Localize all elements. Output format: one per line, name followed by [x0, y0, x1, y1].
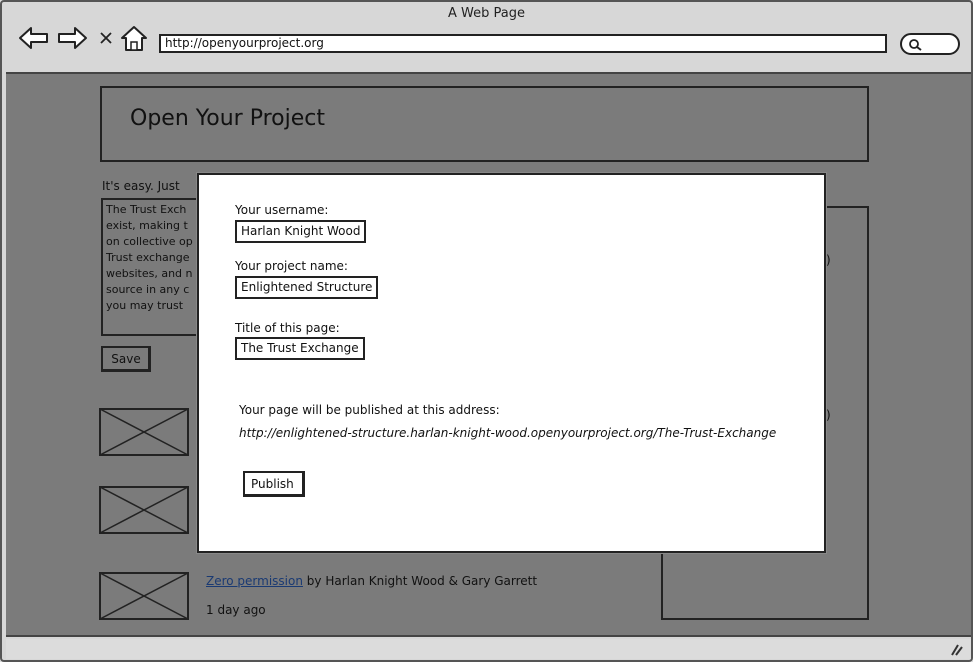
site-title: Open Your Project — [130, 106, 325, 131]
project-name-field[interactable]: Enlightened Structure — [235, 276, 379, 299]
page-title-field[interactable]: The Trust Exchange — [235, 337, 365, 360]
description-line: exist, making t — [106, 219, 188, 232]
publish-button[interactable]: Publish — [243, 471, 305, 497]
search-field[interactable] — [900, 33, 960, 55]
forward-arrow-icon[interactable] — [56, 24, 88, 52]
item-date: 1 day ago — [206, 603, 266, 617]
list-item: Zero permission by Harlan Knight Wood & … — [206, 574, 537, 588]
image-placeholder-icon — [99, 408, 189, 456]
page-title-label: Title of this page: — [235, 321, 340, 335]
description-textarea[interactable]: The Trust Exch exist, making t on collec… — [101, 198, 211, 336]
published-address: http://enlightened-structure.harlan-knig… — [239, 426, 777, 440]
username-field[interactable]: Harlan Knight Wood — [235, 220, 367, 243]
project-name-label: Your project name: — [235, 259, 348, 273]
back-arrow-icon[interactable] — [18, 24, 50, 52]
status-bar — [6, 639, 971, 659]
address-label: Your page will be published at this addr… — [239, 403, 500, 417]
author-text: by Harlan Knight Wood & Gary Garrett — [302, 574, 538, 588]
save-button[interactable]: Save — [101, 346, 151, 372]
address-bar[interactable]: http://openyourproject.org — [159, 34, 887, 53]
description-line: websites, and n — [106, 267, 193, 280]
description-line: source in any c — [106, 283, 190, 296]
home-icon[interactable] — [120, 24, 148, 52]
resize-grip-icon[interactable] — [949, 642, 963, 656]
intro-text: It's easy. Just — [102, 179, 180, 193]
project-link[interactable]: Zero permission — [206, 574, 303, 588]
site-header: Open Your Project — [100, 86, 869, 162]
publish-dialog: Your username: Harlan Knight Wood Your p… — [197, 173, 826, 553]
description-line: The Trust Exch — [106, 203, 187, 216]
panel-text: ) — [826, 408, 831, 422]
stop-icon[interactable] — [98, 30, 114, 46]
description-line: Trust exchange — [106, 251, 190, 264]
description-line: on collective op — [106, 235, 193, 248]
window-title: A Web Page — [448, 6, 525, 21]
panel-text: ) — [826, 253, 831, 267]
username-label: Your username: — [235, 203, 329, 217]
search-icon — [909, 39, 922, 51]
image-placeholder-icon — [99, 572, 189, 620]
description-line: you may trust — [106, 299, 184, 312]
browser-window: A Web Page http://openyourproject.org Op… — [0, 0, 973, 662]
image-placeholder-icon — [99, 486, 189, 534]
